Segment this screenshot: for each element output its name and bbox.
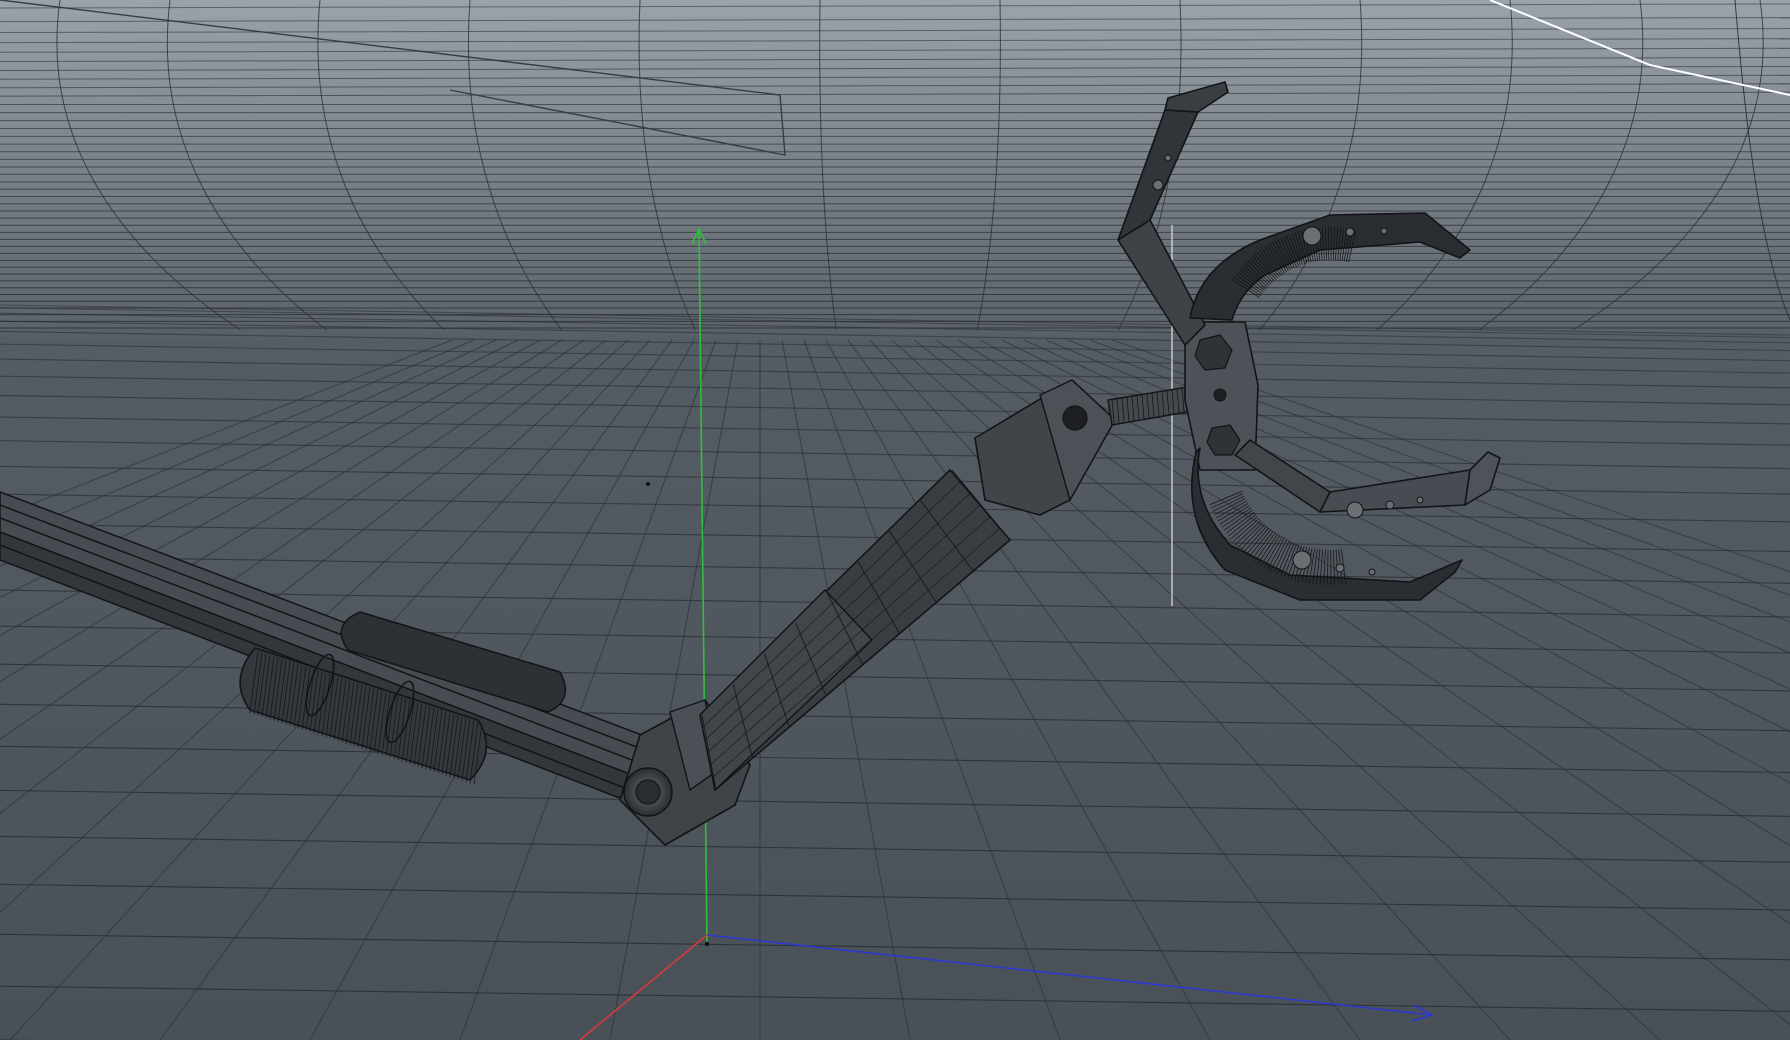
gizmo-origin xyxy=(704,941,710,947)
claw-lr-hole-1 xyxy=(1346,501,1364,519)
claw-lr-hole-2 xyxy=(1385,500,1395,510)
3d-viewport[interactable] xyxy=(0,0,1790,1040)
origin-point xyxy=(646,482,650,486)
hub-pin xyxy=(1213,388,1227,402)
claw-ll-hole-1 xyxy=(1292,550,1312,570)
claw-ul-hole-2 xyxy=(1164,154,1172,162)
claw-ll-hole-3 xyxy=(1368,568,1376,576)
claw-ur-hole-3 xyxy=(1380,227,1388,235)
claw-ul-hole xyxy=(1152,179,1164,191)
claw-lr-hole-3 xyxy=(1416,496,1424,504)
wrist-pivot xyxy=(1062,405,1088,431)
viewport-background xyxy=(0,0,1790,1040)
claw-ur-hole-1 xyxy=(1302,226,1322,246)
viewport-canvas[interactable] xyxy=(0,0,1790,1040)
claw-ur-hole-2 xyxy=(1345,227,1355,237)
elbow-pivot-inner xyxy=(635,779,661,805)
claw-ll-hole-2 xyxy=(1335,563,1345,573)
